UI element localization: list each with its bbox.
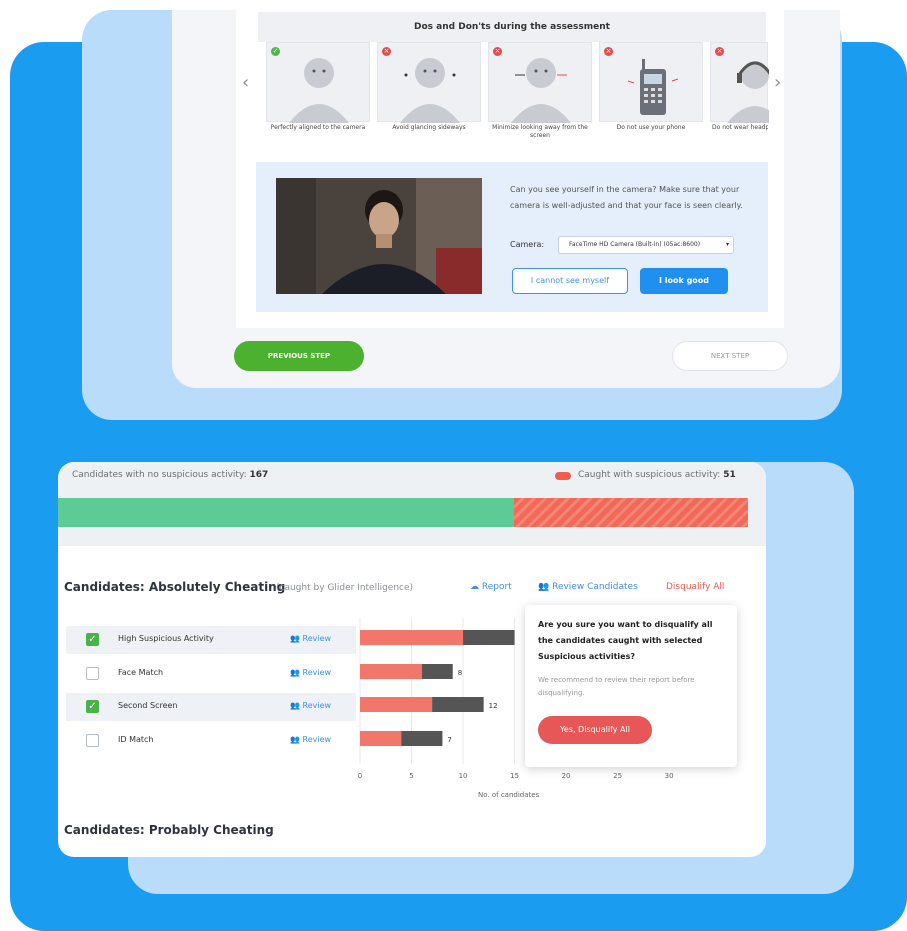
camera-prompt: Can you see yourself in the camera? Make… — [510, 185, 743, 210]
x-tick-label: 10 — [459, 772, 468, 780]
review-candidates-label: Review Candidates — [552, 582, 638, 592]
headphones-icon — [727, 61, 769, 123]
table-row: ✓ Second Screen 👥 Review — [66, 693, 356, 721]
review-label: Review — [302, 701, 332, 710]
popover-question: Are you sure you want to disqualify all … — [538, 620, 713, 661]
absolutely-cheating-subtitle: (caught by Glider Intelligence) — [276, 583, 414, 593]
caught-count: 51 — [723, 470, 736, 480]
row-label: Second Screen — [118, 701, 178, 710]
absolutely-cheating-title: Candidates: Absolutely Cheating — [64, 580, 286, 594]
checkbox-checked[interactable]: ✓ — [86, 700, 99, 713]
review-label: Review — [302, 668, 332, 677]
next-step-button[interactable]: NEXT STEP — [672, 341, 788, 371]
row-review-link[interactable]: 👥 Review — [290, 701, 331, 710]
no-suspicious-label: Candidates with no suspicious activity: — [72, 470, 247, 480]
webcam-person-image — [276, 178, 482, 294]
tile-phone: × — [599, 42, 703, 122]
bar-segment — [421, 664, 453, 679]
row-review-link[interactable]: 👥 Review — [290, 634, 331, 643]
row-review-link[interactable]: 👥 Review — [290, 668, 331, 677]
camera-select[interactable]: FaceTime HD Camera (Built-in) (05ac:8600… — [558, 236, 734, 254]
x-tick-label: 25 — [613, 772, 622, 780]
tile-glance: × — [377, 42, 481, 123]
disqualify-all-link[interactable]: Disqualify All — [666, 582, 724, 592]
bar-segment — [401, 731, 443, 746]
tile-look-away: × — [488, 42, 592, 123]
camera-select-value: FaceTime HD Camera (Built-in) (05ac:8600… — [569, 241, 701, 248]
table-row: ID Match 👥 Review — [66, 727, 356, 755]
tile-caption: Avoid glancing sideways — [392, 124, 466, 131]
checkbox-checked[interactable]: ✓ — [86, 633, 99, 646]
row-review-link[interactable]: 👥 Review — [290, 735, 331, 744]
bar-segment — [360, 731, 402, 746]
tile-caption: Perfectly aligned to the camera — [270, 124, 366, 131]
legend-red-swatch — [555, 472, 571, 480]
checkbox[interactable] — [86, 734, 99, 747]
caught-bar — [514, 498, 748, 527]
phone-icon — [627, 59, 679, 115]
bar-segment — [360, 630, 464, 645]
row-label: ID Match — [118, 735, 154, 744]
no-suspicious-count: 167 — [249, 470, 269, 480]
data-label: 7 — [447, 736, 451, 744]
camera-label: Camera: — [510, 240, 545, 249]
report-label: Report — [481, 582, 512, 592]
look-good-button[interactable]: I look good — [640, 268, 728, 294]
person-icon — [289, 58, 349, 123]
checkbox[interactable] — [86, 667, 99, 680]
tile-aligned: ✓ — [266, 42, 370, 123]
data-label: 8 — [458, 669, 462, 677]
caret-down-icon: ▾ — [725, 241, 729, 248]
caught-stat: Caught with suspicious activity: 51 — [578, 470, 736, 480]
stage: Dos and Don'ts during the assessment ‹ ›… — [0, 0, 907, 931]
person-looking-away-icon — [511, 58, 571, 123]
tile-caption: Minimize looking away from the screen — [492, 124, 588, 139]
cannot-see-button[interactable]: I cannot see myself — [512, 268, 628, 294]
bar-segment — [432, 697, 484, 712]
chevron-right-icon[interactable]: › — [774, 72, 781, 93]
no-suspicious-bar — [58, 498, 514, 527]
no-suspicious-stat: Candidates with no suspicious activity: … — [72, 470, 268, 480]
bar-segment — [360, 664, 422, 679]
x-tick-label: 5 — [409, 772, 413, 780]
tile-caption: Do not wear headphones — [712, 124, 768, 131]
probably-cheating-title: Candidates: Probably Cheating — [64, 823, 274, 837]
bar-segment — [463, 630, 515, 645]
person-glancing-icon — [400, 58, 460, 123]
x-tick-label: 0 — [358, 772, 362, 780]
review-label: Review — [302, 634, 332, 643]
x-axis-title: No. of candidates — [478, 791, 540, 799]
webcam-preview — [276, 178, 482, 294]
cloud-icon: ☁ — [470, 582, 479, 592]
review-label: Review — [302, 735, 332, 744]
row-label: Face Match — [118, 668, 164, 677]
x-tick-label: 15 — [510, 772, 519, 780]
tile-caption: Do not use your phone — [616, 124, 686, 131]
confirm-disqualify-button[interactable]: Yes, Disqualify All — [538, 716, 652, 744]
row-label: High Suspicious Activity — [118, 634, 214, 643]
report-link[interactable]: ☁ Report — [470, 582, 512, 592]
dos-donts-header: Dos and Don'ts during the assessment — [258, 12, 766, 42]
review-candidates-link[interactable]: 👥 Review Candidates — [538, 582, 638, 592]
x-tick-label: 30 — [665, 772, 674, 780]
caught-label: Caught with suspicious activity: — [578, 470, 721, 480]
bar-segment — [360, 697, 433, 712]
table-row: Face Match 👥 Review — [66, 660, 356, 688]
previous-step-button[interactable]: PREVIOUS STEP — [234, 341, 364, 371]
table-row: ✓ High Suspicious Activity 👥 Review — [66, 626, 356, 654]
people-icon: 👥 — [538, 582, 550, 592]
tile-headphones: × — [710, 42, 769, 123]
x-tick-label: 20 — [562, 772, 571, 780]
data-label: 12 — [489, 702, 498, 710]
popover-note: We recommend to review their report befo… — [538, 676, 695, 697]
chevron-left-icon[interactable]: ‹ — [242, 72, 249, 93]
